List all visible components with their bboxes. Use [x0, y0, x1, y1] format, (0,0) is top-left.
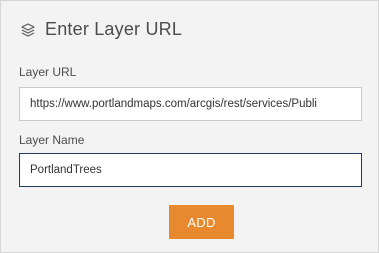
- layer-name-label: Layer Name: [19, 133, 85, 147]
- panel-title: Enter Layer URL: [45, 19, 183, 39]
- panel-header: Enter Layer URL: [20, 19, 182, 40]
- add-button[interactable]: ADD: [169, 205, 234, 239]
- layers-icon: [20, 22, 36, 38]
- enter-layer-url-panel: Enter Layer URL Layer URL Layer Name ADD: [0, 0, 379, 253]
- layer-url-input[interactable]: [19, 87, 362, 121]
- layer-name-input[interactable]: [19, 153, 362, 187]
- layer-url-label: Layer URL: [19, 65, 77, 79]
